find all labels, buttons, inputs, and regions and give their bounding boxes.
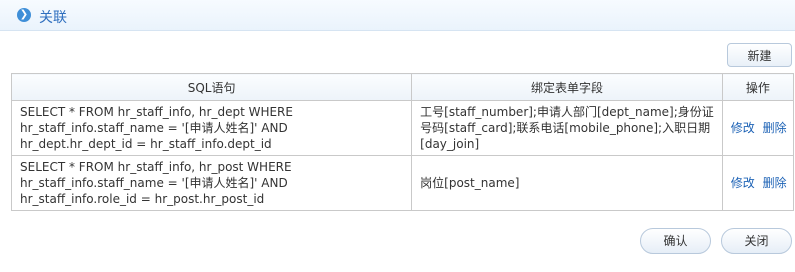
delete-link[interactable]: 删除 (763, 121, 787, 135)
delete-link[interactable]: 删除 (763, 176, 787, 190)
sql-cell: SELECT * FROM hr_staff_info, hr_post WHE… (10, 155, 413, 211)
edit-link[interactable]: 修改 (731, 121, 755, 135)
column-header-fields: 绑定表单字段 (411, 73, 723, 101)
relation-table: SQL语句 绑定表单字段 操作 SELECT * FROM hr_staff_i… (10, 73, 795, 211)
table-row: SELECT * FROM hr_staff_info, hr_dept WHE… (10, 100, 795, 156)
actions-cell: 修改 删除 (721, 155, 795, 211)
column-header-actions: 操作 (721, 73, 795, 101)
table-header-row: SQL语句 绑定表单字段 操作 (10, 73, 795, 101)
dialog-titlebar: ❯ 关联 (0, 0, 795, 31)
dialog-title: 关联 (39, 10, 67, 26)
chevron-right-icon: ❯ (17, 8, 31, 22)
new-button[interactable]: 新建 (727, 43, 792, 67)
fields-cell: 工号[staff_number];申请人部门[dept_name];身份证号码[… (411, 100, 723, 156)
sql-cell: SELECT * FROM hr_staff_info, hr_dept WHE… (10, 100, 413, 156)
edit-link[interactable]: 修改 (731, 176, 755, 190)
actions-cell: 修改 删除 (721, 100, 795, 156)
fields-cell: 岗位[post_name] (411, 155, 723, 211)
close-button[interactable]: 关闭 (721, 228, 792, 254)
column-header-sql: SQL语句 (10, 73, 413, 101)
confirm-button[interactable]: 确认 (640, 228, 711, 254)
table-row: SELECT * FROM hr_staff_info, hr_post WHE… (10, 155, 795, 211)
